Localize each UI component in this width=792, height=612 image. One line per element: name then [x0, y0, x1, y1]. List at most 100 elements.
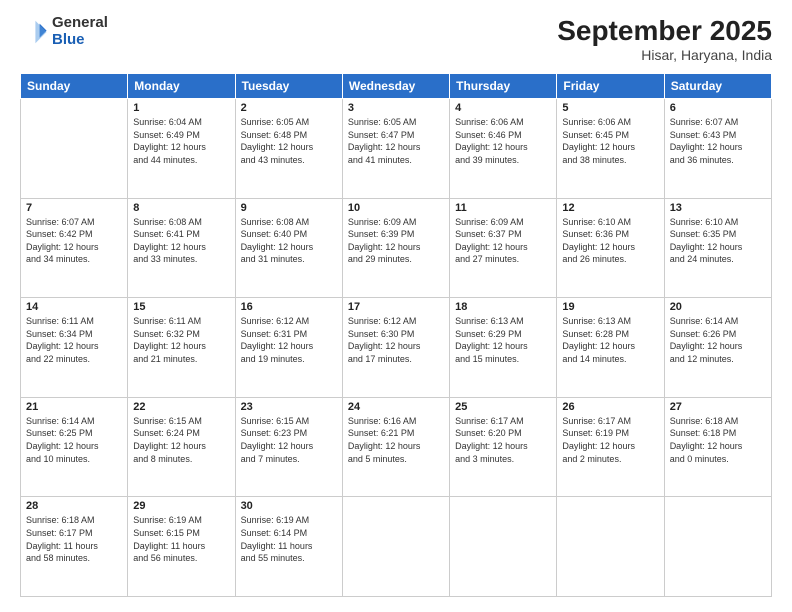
day-info: Sunrise: 6:05 AMSunset: 6:48 PMDaylight:…: [241, 116, 337, 166]
logo-icon: [20, 18, 48, 46]
day-number: 29: [133, 500, 229, 512]
day-number: 16: [241, 301, 337, 313]
day-info: Sunrise: 6:07 AMSunset: 6:43 PMDaylight:…: [670, 116, 766, 166]
calendar-cell: 6 Sunrise: 6:07 AMSunset: 6:43 PMDaylight…: [664, 99, 771, 199]
day-number: 20: [670, 301, 766, 313]
calendar-cell: 12 Sunrise: 6:10 AMSunset: 6:36 PMDayligh…: [557, 198, 664, 298]
day-number: 8: [133, 202, 229, 214]
week-row-5: 28 Sunrise: 6:18 AMSunset: 6:17 PMDayligh…: [21, 497, 772, 597]
calendar-table: SundayMondayTuesdayWednesdayThursdayFrid…: [20, 73, 772, 597]
logo-general: General: [52, 15, 108, 32]
calendar-cell: 16 Sunrise: 6:12 AMSunset: 6:31 PMDayligh…: [235, 298, 342, 398]
day-info: Sunrise: 6:15 AMSunset: 6:24 PMDaylight:…: [133, 415, 229, 465]
calendar-cell: 5 Sunrise: 6:06 AMSunset: 6:45 PMDaylight…: [557, 99, 664, 199]
calendar-cell: 22 Sunrise: 6:15 AMSunset: 6:24 PMDayligh…: [128, 397, 235, 497]
day-info: Sunrise: 6:11 AMSunset: 6:32 PMDaylight:…: [133, 315, 229, 365]
day-number: 12: [562, 202, 658, 214]
day-info: Sunrise: 6:16 AMSunset: 6:21 PMDaylight:…: [348, 415, 444, 465]
day-number: 23: [241, 401, 337, 413]
day-number: 21: [26, 401, 122, 413]
calendar-cell: 23 Sunrise: 6:15 AMSunset: 6:23 PMDayligh…: [235, 397, 342, 497]
calendar-cell: 11 Sunrise: 6:09 AMSunset: 6:37 PMDayligh…: [450, 198, 557, 298]
day-number: 14: [26, 301, 122, 313]
calendar-cell: [21, 99, 128, 199]
day-info: Sunrise: 6:15 AMSunset: 6:23 PMDaylight:…: [241, 415, 337, 465]
calendar-cell: 28 Sunrise: 6:18 AMSunset: 6:17 PMDayligh…: [21, 497, 128, 597]
calendar-cell: 1 Sunrise: 6:04 AMSunset: 6:49 PMDaylight…: [128, 99, 235, 199]
day-number: 11: [455, 202, 551, 214]
calendar-cell: 4 Sunrise: 6:06 AMSunset: 6:46 PMDaylight…: [450, 99, 557, 199]
calendar-cell: 2 Sunrise: 6:05 AMSunset: 6:48 PMDaylight…: [235, 99, 342, 199]
day-number: 22: [133, 401, 229, 413]
day-info: Sunrise: 6:17 AMSunset: 6:19 PMDaylight:…: [562, 415, 658, 465]
day-header-friday: Friday: [557, 74, 664, 99]
day-info: Sunrise: 6:12 AMSunset: 6:31 PMDaylight:…: [241, 315, 337, 365]
day-info: Sunrise: 6:05 AMSunset: 6:47 PMDaylight:…: [348, 116, 444, 166]
week-row-2: 7 Sunrise: 6:07 AMSunset: 6:42 PMDaylight…: [21, 198, 772, 298]
day-info: Sunrise: 6:17 AMSunset: 6:20 PMDaylight:…: [455, 415, 551, 465]
day-info: Sunrise: 6:09 AMSunset: 6:37 PMDaylight:…: [455, 216, 551, 266]
day-number: 7: [26, 202, 122, 214]
day-number: 6: [670, 102, 766, 114]
day-info: Sunrise: 6:09 AMSunset: 6:39 PMDaylight:…: [348, 216, 444, 266]
day-number: 24: [348, 401, 444, 413]
day-number: 18: [455, 301, 551, 313]
day-number: 15: [133, 301, 229, 313]
day-info: Sunrise: 6:10 AMSunset: 6:36 PMDaylight:…: [562, 216, 658, 266]
logo-text: General Blue: [52, 15, 108, 48]
day-number: 4: [455, 102, 551, 114]
calendar-subtitle: Hisar, Haryana, India: [557, 47, 772, 63]
day-info: Sunrise: 6:19 AMSunset: 6:15 PMDaylight:…: [133, 514, 229, 564]
day-number: 5: [562, 102, 658, 114]
calendar-cell: 25 Sunrise: 6:17 AMSunset: 6:20 PMDayligh…: [450, 397, 557, 497]
day-header-sunday: Sunday: [21, 74, 128, 99]
calendar-cell: 10 Sunrise: 6:09 AMSunset: 6:39 PMDayligh…: [342, 198, 449, 298]
day-number: 10: [348, 202, 444, 214]
day-info: Sunrise: 6:08 AMSunset: 6:40 PMDaylight:…: [241, 216, 337, 266]
header: General Blue September 2025 Hisar, Harya…: [20, 15, 772, 63]
calendar-cell: [664, 497, 771, 597]
day-info: Sunrise: 6:13 AMSunset: 6:29 PMDaylight:…: [455, 315, 551, 365]
day-header-monday: Monday: [128, 74, 235, 99]
day-info: Sunrise: 6:07 AMSunset: 6:42 PMDaylight:…: [26, 216, 122, 266]
calendar-cell: 17 Sunrise: 6:12 AMSunset: 6:30 PMDayligh…: [342, 298, 449, 398]
title-block: September 2025 Hisar, Haryana, India: [557, 15, 772, 63]
calendar-cell: 20 Sunrise: 6:14 AMSunset: 6:26 PMDayligh…: [664, 298, 771, 398]
day-header-thursday: Thursday: [450, 74, 557, 99]
day-number: 25: [455, 401, 551, 413]
day-number: 26: [562, 401, 658, 413]
day-info: Sunrise: 6:12 AMSunset: 6:30 PMDaylight:…: [348, 315, 444, 365]
day-number: 17: [348, 301, 444, 313]
day-number: 13: [670, 202, 766, 214]
calendar-page: General Blue September 2025 Hisar, Harya…: [0, 0, 792, 612]
calendar-cell: 15 Sunrise: 6:11 AMSunset: 6:32 PMDayligh…: [128, 298, 235, 398]
calendar-header-row: SundayMondayTuesdayWednesdayThursdayFrid…: [21, 74, 772, 99]
week-row-1: 1 Sunrise: 6:04 AMSunset: 6:49 PMDaylight…: [21, 99, 772, 199]
calendar-cell: 29 Sunrise: 6:19 AMSunset: 6:15 PMDayligh…: [128, 497, 235, 597]
day-number: 3: [348, 102, 444, 114]
logo: General Blue: [20, 15, 108, 48]
calendar-cell: 21Sunrise: 6:14 AMSunset: 6:25 PMDayligh…: [21, 397, 128, 497]
calendar-cell: [342, 497, 449, 597]
day-info: Sunrise: 6:04 AMSunset: 6:49 PMDaylight:…: [133, 116, 229, 166]
calendar-cell: [450, 497, 557, 597]
calendar-cell: 24 Sunrise: 6:16 AMSunset: 6:21 PMDayligh…: [342, 397, 449, 497]
day-info: Sunrise: 6:14 AMSunset: 6:26 PMDaylight:…: [670, 315, 766, 365]
calendar-cell: 30Sunrise: 6:19 AMSunset: 6:14 PMDayligh…: [235, 497, 342, 597]
day-info: Sunrise: 6:11 AMSunset: 6:34 PMDaylight:…: [26, 315, 122, 365]
day-info: Sunrise: 6:18 AMSunset: 6:17 PMDaylight:…: [26, 514, 122, 564]
calendar-cell: 9 Sunrise: 6:08 AMSunset: 6:40 PMDaylight…: [235, 198, 342, 298]
calendar-cell: 18 Sunrise: 6:13 AMSunset: 6:29 PMDayligh…: [450, 298, 557, 398]
day-number: 27: [670, 401, 766, 413]
day-number: 9: [241, 202, 337, 214]
day-info: Sunrise: 6:06 AMSunset: 6:46 PMDaylight:…: [455, 116, 551, 166]
calendar-cell: 27Sunrise: 6:18 AMSunset: 6:18 PMDayligh…: [664, 397, 771, 497]
day-number: 2: [241, 102, 337, 114]
day-number: 1: [133, 102, 229, 114]
calendar-cell: 19Sunrise: 6:13 AMSunset: 6:28 PMDayligh…: [557, 298, 664, 398]
day-number: 28: [26, 500, 122, 512]
day-info: Sunrise: 6:10 AMSunset: 6:35 PMDaylight:…: [670, 216, 766, 266]
day-info: Sunrise: 6:19 AMSunset: 6:14 PMDaylight:…: [241, 514, 337, 564]
day-header-saturday: Saturday: [664, 74, 771, 99]
day-info: Sunrise: 6:06 AMSunset: 6:45 PMDaylight:…: [562, 116, 658, 166]
